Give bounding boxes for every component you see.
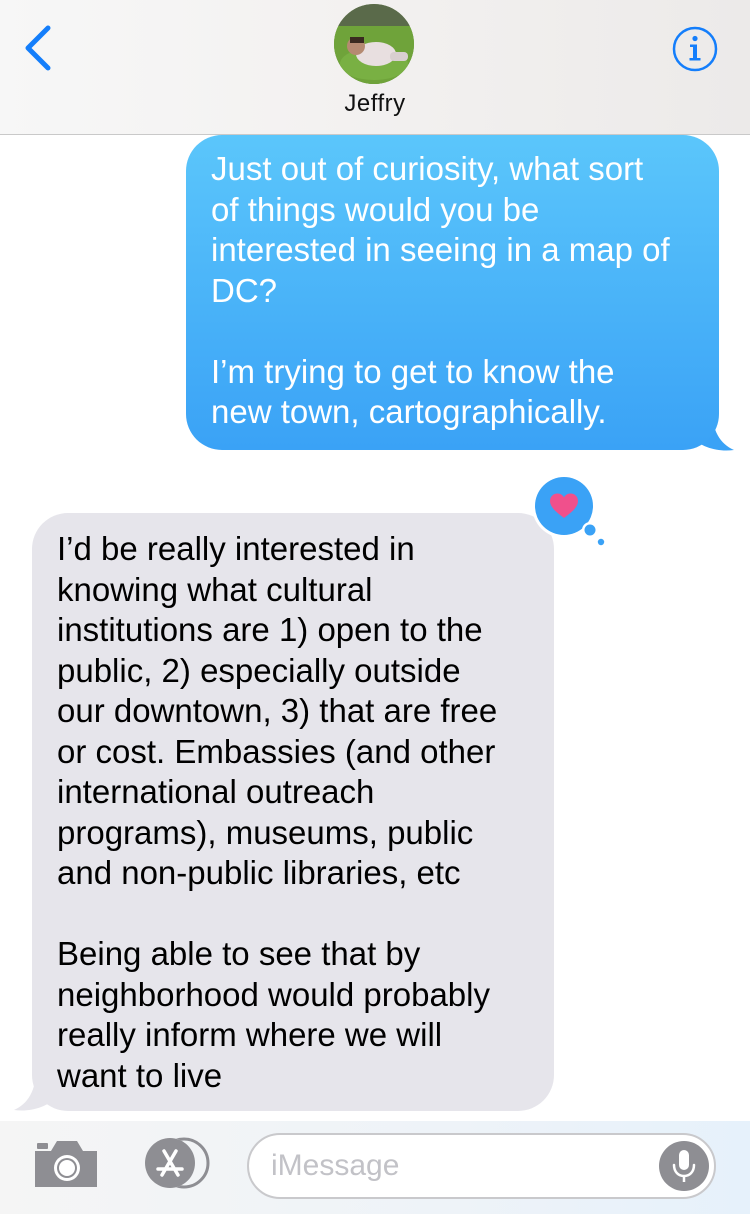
outgoing-message-bubble[interactable]: Just out of curiosity, what sort of thin… xyxy=(186,135,719,450)
apps-button[interactable] xyxy=(140,1137,214,1189)
back-button[interactable] xyxy=(18,22,68,78)
heart-tapback[interactable] xyxy=(526,472,610,548)
contact-avatar-photo xyxy=(334,4,414,84)
contact-name[interactable]: Jeffry xyxy=(0,90,750,118)
camera-icon xyxy=(35,1141,97,1187)
info-icon xyxy=(672,26,718,72)
chevron-left-icon xyxy=(25,25,51,71)
info-button[interactable] xyxy=(672,26,718,72)
message-field xyxy=(247,1133,716,1199)
microphone-icon xyxy=(659,1141,709,1191)
conversation-header: Jeffry xyxy=(0,0,750,135)
dictation-button[interactable] xyxy=(659,1141,709,1191)
avatar[interactable] xyxy=(334,4,414,84)
messages-screen: Jeffry Just out of curiosity, what sort … xyxy=(0,0,750,1214)
message-input[interactable] xyxy=(271,1143,651,1189)
incoming-message-bubble[interactable]: I’d be really interested in knowing what… xyxy=(32,513,554,1111)
app-store-icon xyxy=(145,1137,210,1189)
camera-button[interactable] xyxy=(33,1137,99,1189)
message-input-bar xyxy=(0,1121,750,1214)
